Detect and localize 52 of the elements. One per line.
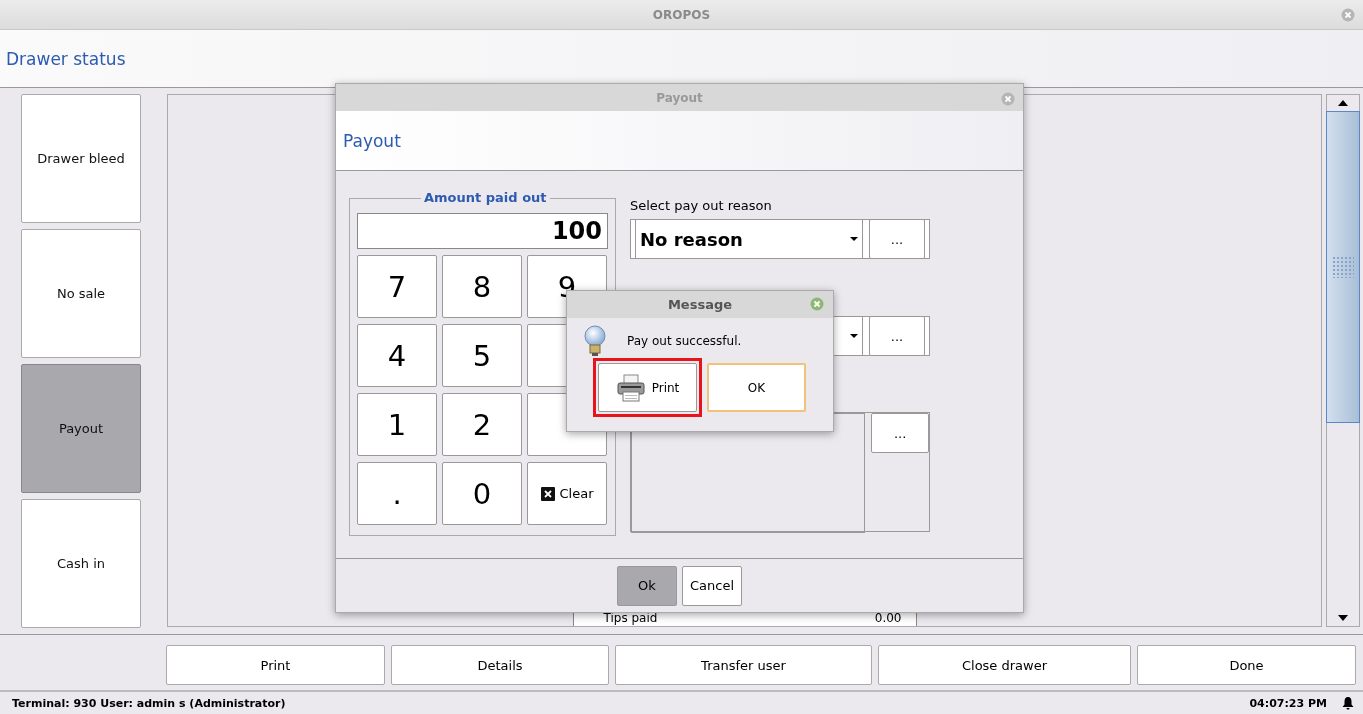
action-button[interactable]: Transfer user <box>615 645 872 685</box>
caret-icon <box>849 334 858 338</box>
dialog-heading: Payout <box>343 130 401 151</box>
dialog-title: Payout <box>656 90 703 105</box>
side-button[interactable]: Drawer bleed <box>21 94 141 223</box>
side-button[interactable]: Payout <box>21 364 141 493</box>
field-label: Select pay out reason <box>630 198 773 215</box>
action-button[interactable]: Done <box>1137 645 1356 685</box>
keypad-key[interactable]: 1 <box>357 393 437 456</box>
scroll-thumb[interactable] <box>1326 111 1360 423</box>
keypad-key[interactable]: 8 <box>442 255 522 318</box>
action-button[interactable]: Close drawer <box>878 645 1131 685</box>
dialog-button[interactable]: Cancel <box>682 565 742 606</box>
caret-icon <box>849 237 858 241</box>
lightbulb-icon <box>583 324 607 357</box>
side-button[interactable]: No sale <box>21 229 141 358</box>
scroll-down-icon[interactable] <box>1338 615 1348 621</box>
status-text: Terminal: 930 User: admin s (Administrator) <box>12 696 287 710</box>
keypad-key[interactable]: 5 <box>442 324 522 387</box>
report-label: Tips paid <box>603 611 658 626</box>
keypad-key[interactable]: 7 <box>357 255 437 318</box>
more-button[interactable]: ... <box>868 219 925 259</box>
keypad-key[interactable]: 2 <box>442 393 522 456</box>
print-button[interactable]: Print <box>598 363 697 412</box>
dialog-title: Message <box>667 297 733 312</box>
printer-icon <box>615 372 646 403</box>
close-icon[interactable] <box>1341 8 1355 22</box>
side-button[interactable]: Cash in <box>21 499 141 628</box>
amount-legend: Amount paid out <box>421 190 550 205</box>
close-icon[interactable] <box>810 297 824 311</box>
dialog-button[interactable]: Ok <box>617 565 677 606</box>
page-title: Drawer status <box>6 48 126 69</box>
action-button[interactable]: Print <box>166 645 385 685</box>
more-button[interactable]: ... <box>868 316 925 356</box>
keypad-key[interactable]: . <box>357 462 437 525</box>
amount-field[interactable]: 100 <box>357 213 608 249</box>
window-title: OROPOS <box>652 7 711 22</box>
action-button[interactable]: Details <box>391 645 609 685</box>
keypad-key[interactable]: 0 <box>442 462 522 525</box>
scrollbar[interactable] <box>1326 94 1360 627</box>
message-text: Pay out successful. <box>627 333 742 348</box>
bell-icon[interactable] <box>1341 696 1355 710</box>
reason-dropdown[interactable]: No reason <box>635 219 863 259</box>
keypad-key[interactable]: 4 <box>357 324 437 387</box>
report-value: 0.00 <box>874 611 902 626</box>
ok-button[interactable]: OK <box>707 363 806 412</box>
more-button[interactable]: ... <box>871 413 929 453</box>
close-icon[interactable] <box>1001 92 1015 106</box>
clear-key[interactable]: Clear <box>527 462 607 525</box>
clock-text: 04:07:23 PM <box>1249 696 1327 710</box>
clear-icon <box>540 486 555 501</box>
scroll-up-icon[interactable] <box>1338 100 1348 106</box>
